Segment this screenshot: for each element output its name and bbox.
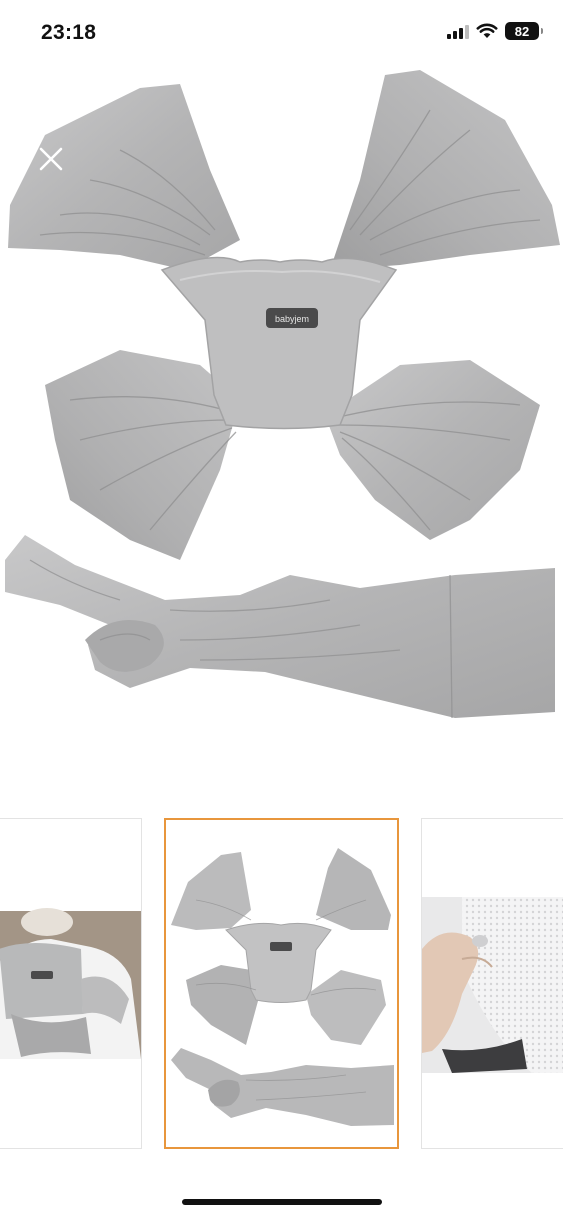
close-icon bbox=[39, 147, 63, 171]
thumbnail-worn-back-view[interactable] bbox=[0, 818, 142, 1149]
status-icons: 82 bbox=[447, 22, 543, 40]
cellular-signal-icon bbox=[447, 23, 469, 39]
carrier-flat-lay-image bbox=[171, 848, 394, 1126]
carrier-photo-illustration: babyjem bbox=[5, 70, 560, 719]
mesh-fabric-closeup-image bbox=[422, 897, 563, 1073]
thumbnail-strip bbox=[0, 818, 563, 1151]
status-bar: 23:18 82 bbox=[0, 0, 563, 64]
close-button[interactable] bbox=[34, 142, 68, 176]
thumbnail-mesh-fabric-closeup[interactable] bbox=[421, 818, 563, 1149]
battery-icon: 82 bbox=[505, 22, 543, 40]
worn-back-view-image bbox=[0, 908, 141, 1059]
battery-level: 82 bbox=[514, 23, 530, 39]
home-indicator[interactable] bbox=[182, 1199, 382, 1205]
status-time: 23:18 bbox=[41, 21, 97, 44]
wifi-icon bbox=[476, 23, 498, 38]
main-product-image[interactable]: babyjem bbox=[0, 64, 563, 764]
thumbnail-carrier-flat-lay[interactable] bbox=[164, 818, 399, 1149]
product-logo-label: babyjem bbox=[275, 314, 309, 324]
